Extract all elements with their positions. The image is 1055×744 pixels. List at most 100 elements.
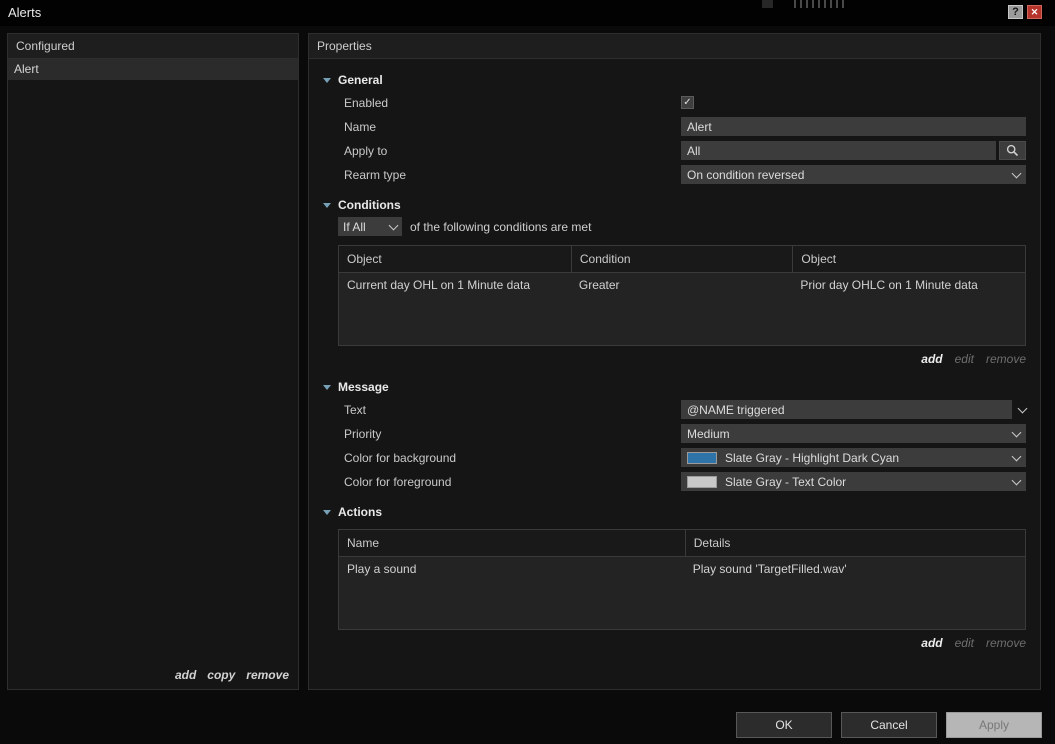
conditions-col-object-2: Object: [792, 246, 1025, 272]
enabled-label: Enabled: [344, 95, 389, 110]
priority-dropdown[interactable]: Medium: [681, 424, 1026, 443]
action-name-cell: Play a sound: [347, 562, 417, 576]
background-color-label: Color for background: [344, 450, 457, 465]
configured-list: Alert: [8, 59, 298, 80]
footer-buttons: OK Cancel Apply: [736, 712, 1042, 738]
properties-content: General Enabled ✓ Name Apply to: [309, 72, 1040, 650]
list-item-alert[interactable]: Alert: [8, 59, 298, 80]
background-color-swatch: [687, 451, 717, 464]
chevron-down-icon: [1017, 403, 1027, 414]
chevron-down-icon: [1011, 475, 1022, 486]
properties-header: Properties: [309, 34, 1040, 59]
foreground-color-dropdown[interactable]: Slate Gray - Text Color: [681, 472, 1026, 491]
priority-value: Medium: [687, 426, 730, 441]
configured-header: Configured: [8, 34, 298, 59]
section-message-title: Message: [338, 380, 389, 394]
background-window-fragment: [762, 0, 773, 8]
foreground-color-swatch: [687, 475, 717, 488]
help-icon: ?: [1012, 6, 1019, 18]
remove-condition-link[interactable]: remove: [986, 352, 1026, 366]
add-condition-link[interactable]: add: [921, 352, 942, 366]
rearm-type-label: Rearm type: [344, 167, 407, 182]
conditions-links: add edit remove: [323, 352, 1026, 366]
foreground-color-row: Color for foreground Slate Gray - Text C…: [344, 472, 1026, 491]
section-actions-title: Actions: [338, 505, 383, 519]
actions-table-header: Name Details: [339, 530, 1025, 557]
check-icon: ✓: [683, 97, 692, 108]
add-alert-link[interactable]: add: [175, 668, 196, 682]
apply-to-input[interactable]: [681, 141, 996, 160]
configured-panel: Configured Alert add copy remove: [7, 33, 299, 690]
remove-action-link[interactable]: remove: [986, 636, 1026, 650]
name-input[interactable]: [681, 117, 1026, 136]
copy-alert-link[interactable]: copy: [207, 668, 235, 682]
conditions-match-suffix: of the following conditions are met: [410, 219, 592, 234]
conditions-match-value: If All: [343, 219, 366, 234]
rearm-type-row: Rearm type On condition reversed: [344, 165, 1026, 184]
help-button[interactable]: ?: [1008, 5, 1023, 19]
section-actions[interactable]: Actions: [323, 504, 1026, 520]
configured-links: add copy remove: [175, 668, 289, 682]
actions-table: Name Details Play a sound Play sound 'Ta…: [338, 529, 1026, 630]
chevron-down-icon: [1011, 168, 1022, 179]
background-color-dropdown[interactable]: Slate Gray - Highlight Dark Cyan: [681, 448, 1026, 467]
section-general[interactable]: General: [323, 72, 1026, 88]
conditions-table: Object Condition Object Current day OHL …: [338, 245, 1026, 346]
foreground-color-label: Color for foreground: [344, 474, 452, 489]
section-general-title: General: [338, 73, 383, 87]
collapse-arrow-icon: [323, 509, 331, 515]
background-window-fragment: [794, 0, 846, 8]
section-message[interactable]: Message: [323, 379, 1026, 395]
message-text-input[interactable]: [681, 400, 1012, 419]
table-row[interactable]: Current day OHL on 1 Minute data Greater…: [339, 273, 1025, 297]
message-text-label: Text: [344, 402, 367, 417]
properties-panel: Properties General Enabled ✓ Name Alert …: [308, 33, 1041, 690]
edit-action-link[interactable]: edit: [955, 636, 974, 650]
ok-button[interactable]: OK: [736, 712, 832, 738]
titlebar-buttons: ? ✕: [1008, 5, 1042, 19]
conditions-match-line: If All of the following conditions are m…: [338, 217, 1026, 236]
conditions-match-dropdown[interactable]: If All: [338, 217, 402, 236]
collapse-arrow-icon: [323, 77, 331, 83]
background-color-row: Color for background Slate Gray - Highli…: [344, 448, 1026, 467]
chevron-down-icon: [1011, 451, 1022, 462]
action-details-cell: Play sound 'TargetFilled.wav': [692, 562, 847, 576]
name-row: Name: [344, 117, 1026, 136]
apply-button[interactable]: Apply: [946, 712, 1042, 738]
enabled-checkbox[interactable]: ✓: [681, 96, 694, 109]
collapse-arrow-icon: [323, 202, 331, 208]
cancel-button[interactable]: Cancel: [841, 712, 937, 738]
apply-to-search-button[interactable]: [999, 141, 1026, 160]
condition-operator-cell: Greater: [578, 278, 620, 292]
chevron-down-icon: [388, 220, 399, 231]
close-button[interactable]: ✕: [1027, 5, 1042, 19]
collapse-arrow-icon: [323, 384, 331, 390]
chevron-down-icon: [1011, 427, 1022, 438]
conditions-col-object-1: Object: [347, 252, 382, 266]
condition-object-2-cell: Prior day OHLC on 1 Minute data: [800, 278, 978, 292]
window-title: Alerts: [8, 5, 42, 20]
alerts-dialog: Alerts ? ✕ Configured Alert add copy rem…: [0, 0, 1055, 744]
rearm-type-dropdown[interactable]: On condition reversed: [681, 165, 1026, 184]
foreground-color-value: Slate Gray - Text Color: [725, 474, 847, 489]
actions-table-body: Play a sound Play sound 'TargetFilled.wa…: [339, 557, 1025, 629]
edit-condition-link[interactable]: edit: [955, 352, 974, 366]
message-text-dropdown-button[interactable]: [1012, 403, 1027, 414]
background-color-value: Slate Gray - Highlight Dark Cyan: [725, 450, 900, 465]
apply-to-label: Apply to: [344, 143, 388, 158]
conditions-col-condition: Condition: [570, 246, 793, 272]
titlebar: Alerts ? ✕: [0, 0, 1055, 26]
remove-alert-link[interactable]: remove: [246, 668, 289, 682]
priority-label: Priority: [344, 426, 382, 441]
actions-col-details: Details: [684, 530, 1025, 556]
condition-object-1-cell: Current day OHL on 1 Minute data: [347, 278, 530, 292]
add-action-link[interactable]: add: [921, 636, 942, 650]
section-conditions[interactable]: Conditions: [323, 197, 1026, 213]
table-row[interactable]: Play a sound Play sound 'TargetFilled.wa…: [339, 557, 1025, 581]
conditions-table-body: Current day OHL on 1 Minute data Greater…: [339, 273, 1025, 345]
priority-row: Priority Medium: [344, 424, 1026, 443]
section-conditions-title: Conditions: [338, 198, 401, 212]
message-text-row: Text: [344, 400, 1027, 419]
conditions-table-header: Object Condition Object: [339, 246, 1025, 273]
actions-col-name: Name: [347, 536, 380, 550]
